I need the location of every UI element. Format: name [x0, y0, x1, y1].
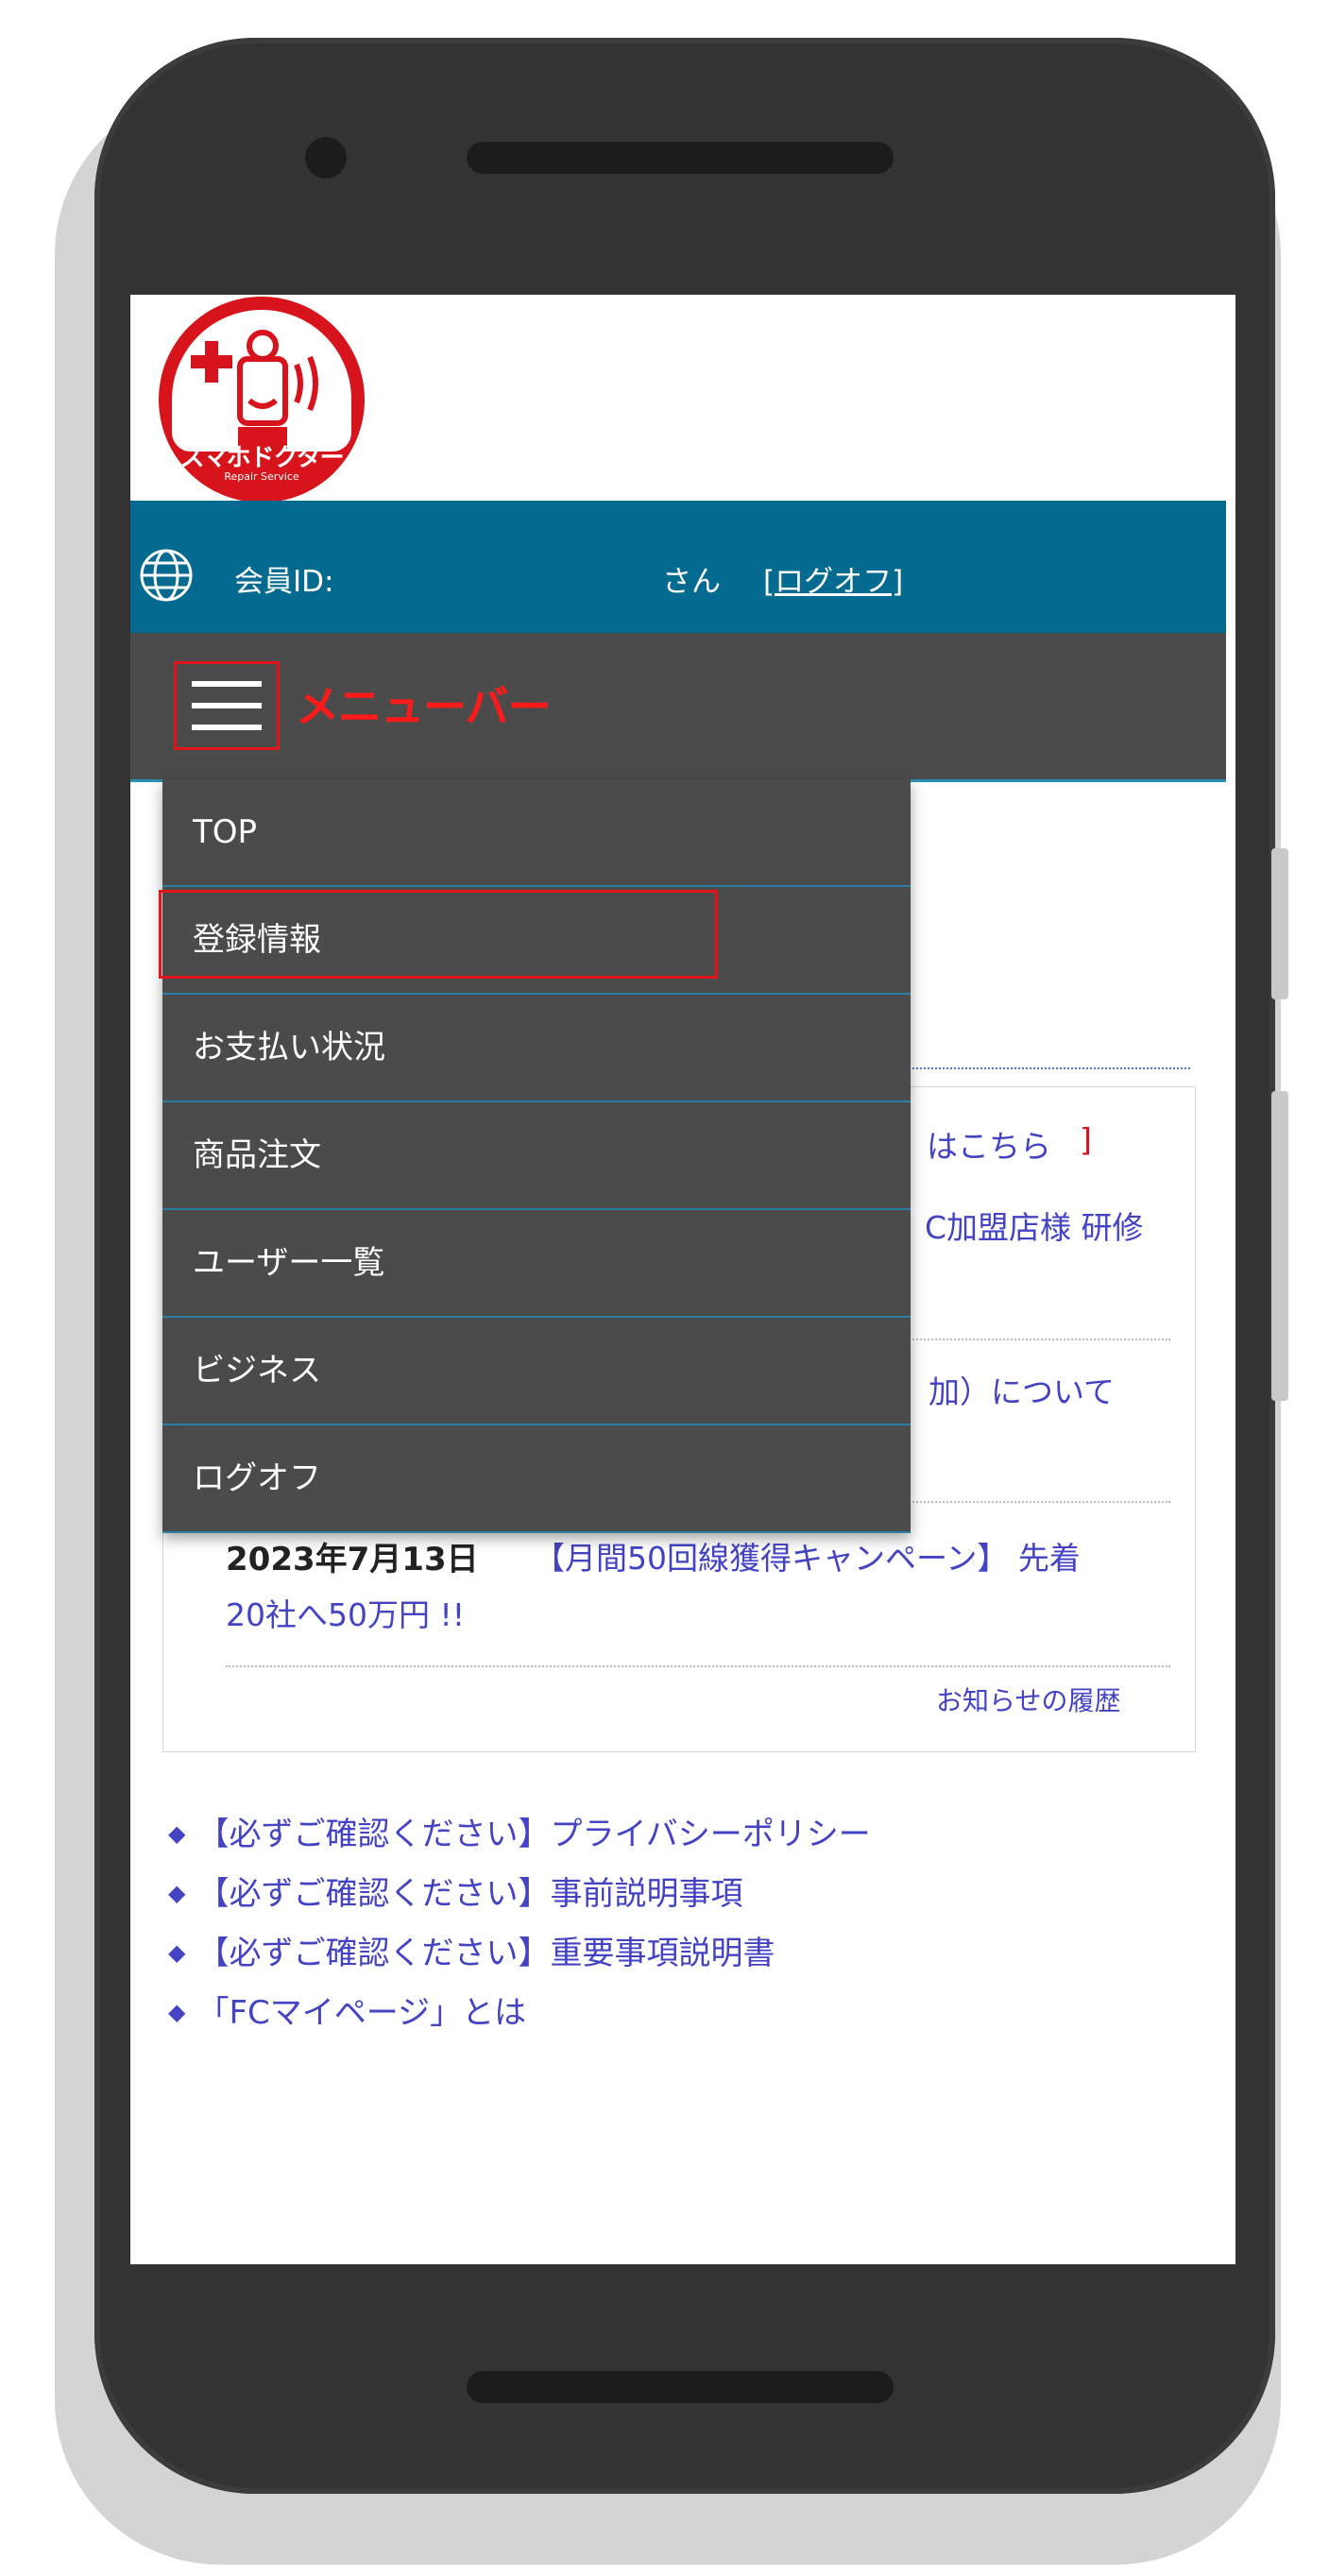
brand-logo[interactable]: スマホドクター Repair Service [159, 297, 365, 503]
news-date: 2023年7月13日 [226, 1541, 479, 1578]
globe-icon[interactable] [138, 547, 195, 604]
menu-item-business[interactable]: ビジネス [162, 1318, 911, 1425]
menu-bar: メニューバー [130, 633, 1226, 782]
menu-item-top[interactable]: TOP [162, 779, 911, 887]
important-matters-link[interactable]: 【必ずご確認ください】重要事項説明書 [196, 1935, 775, 1972]
link-row[interactable]: ◆ 「FCマイページ」とは [168, 1985, 871, 2044]
menu-item-logoff[interactable]: ログオフ [162, 1425, 911, 1533]
news-divider [226, 1665, 1170, 1667]
diamond-bullet-icon: ◆ [168, 1999, 186, 2025]
menu-item-user-list[interactable]: ユーザー一覧 [162, 1210, 911, 1318]
link-row[interactable]: ◆ 【必ずご確認ください】事前説明事項 [168, 1866, 871, 1925]
news-link-partial[interactable]: 加）について [929, 1367, 1115, 1412]
menu-item-registration-info[interactable]: 登録情報 [162, 887, 911, 995]
logout-link-text[interactable]: [ログオフ] [763, 565, 903, 599]
news-item-title[interactable]: 【月間50回線獲得キャンペーン】 先着 [534, 1533, 1081, 1578]
doctor-face-icon [191, 330, 318, 452]
member-name-suffix: さん [662, 565, 721, 599]
phone-side-button-lower [1271, 1091, 1288, 1401]
prior-explanation-link[interactable]: 【必ずご確認ください】事前説明事項 [196, 1875, 742, 1913]
news-link-partial[interactable]: はこちら [927, 1121, 1051, 1167]
phone-speaker-top [467, 142, 894, 174]
logout-link[interactable]: [ログオフ] [763, 557, 903, 600]
logo-text: スマホドクター [179, 444, 344, 472]
phone-camera [305, 137, 347, 179]
privacy-policy-link[interactable]: 【必ずご確認ください】プライバシーポリシー [196, 1816, 870, 1853]
fc-mypage-about-link[interactable]: 「FCマイページ」とは [196, 1994, 526, 2032]
confirmation-links: ◆ 【必ずご確認ください】プライバシーポリシー ◆ 【必ずご確認ください】事前説明事… [168, 1806, 871, 2044]
logo-subtext: Repair Service [224, 470, 299, 483]
menu-item-payment-status[interactable]: お支払い状況 [162, 995, 911, 1102]
news-item-title-cont[interactable]: 20社へ50万円 !! [226, 1590, 465, 1635]
member-id-label: 会員ID: [234, 565, 334, 599]
hamburger-menu-icon[interactable] [174, 661, 280, 750]
link-row[interactable]: ◆ 【必ずご確認ください】プライバシーポリシー [168, 1806, 871, 1866]
menu-bar-annotation: メニューバー [296, 681, 552, 732]
member-bar: 会員ID: さん [ログオフ] [130, 501, 1226, 633]
hamburger-line [192, 681, 262, 687]
news-link-bracket: ] [1080, 1121, 1092, 1158]
diamond-bullet-icon: ◆ [168, 1880, 186, 1906]
hamburger-line [192, 703, 262, 708]
phone-side-button-upper [1271, 848, 1288, 999]
news-link-partial[interactable]: C加盟店様 研修 [925, 1203, 1144, 1248]
diamond-bullet-icon: ◆ [168, 1820, 186, 1847]
menu-item-product-order[interactable]: 商品注文 [162, 1102, 911, 1210]
news-history-link[interactable]: お知らせの履歴 [936, 1680, 1120, 1718]
dropdown-menu: TOP 登録情報 お支払い状況 商品注文 ユーザー一覧 ビジネス ログオフ [159, 779, 911, 1533]
hamburger-line [192, 725, 262, 730]
logo-face-area [172, 310, 351, 452]
phone-speaker-bottom [467, 2371, 894, 2403]
phone-screen: スマホドクター Repair Service 会員ID: さん [ログオフ] メ… [130, 295, 1235, 2264]
diamond-bullet-icon: ◆ [168, 1939, 186, 1966]
link-row[interactable]: ◆ 【必ずご確認ください】重要事項説明書 [168, 1925, 871, 1985]
